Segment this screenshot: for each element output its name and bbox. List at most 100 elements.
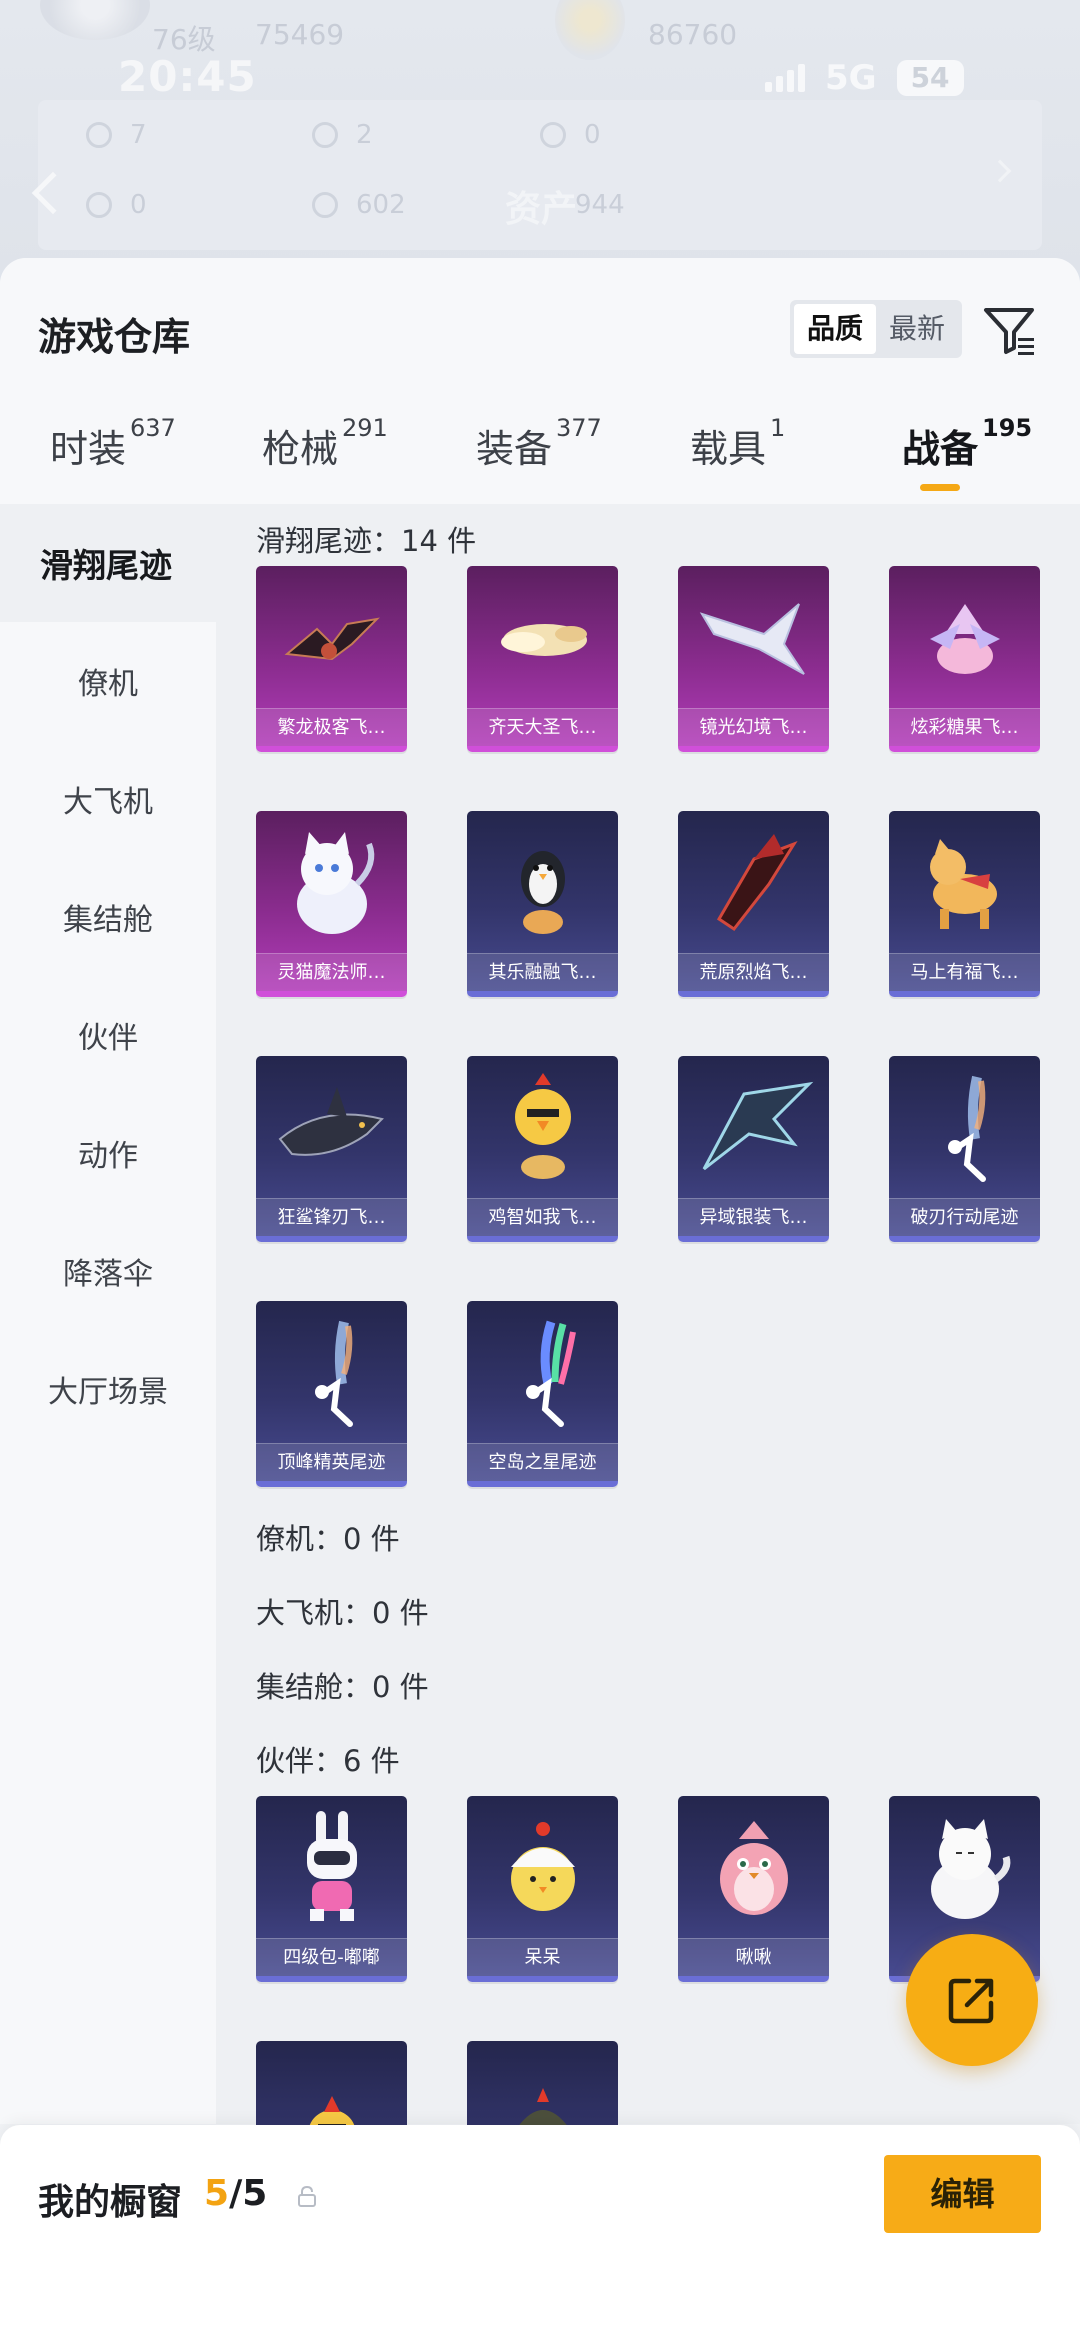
shark-glider-icon (256, 1056, 407, 1201)
white-cat-icon (889, 1796, 1040, 1941)
sidebar-item-glide-trail[interactable]: 滑翔尾迹 (0, 504, 216, 622)
item-name: 其乐融融飞… (467, 953, 618, 991)
glide_trail-item-card[interactable]: 灵猫魔法师… (256, 811, 407, 997)
warehouse-sheet: 游戏仓库 品质 最新 时装 637 枪械 291 装备 377 载具 1 战备 195 滑… (0, 258, 1080, 2347)
stat-icon (86, 122, 112, 148)
stat-icon (86, 192, 112, 218)
network-type: 5G (825, 58, 877, 98)
bunny-robot-icon (256, 1796, 407, 1941)
section-label-wingman: 僚机：0 件 (256, 1522, 400, 1556)
filter-icon[interactable] (982, 302, 1038, 358)
glide_trail-item-card[interactable]: 繁龙极客飞… (256, 566, 407, 752)
partner-item-card[interactable]: 四级包-嘟嘟 (256, 1796, 407, 1982)
item-name: 灵猫魔法师… (256, 953, 407, 991)
sort-newest-button[interactable]: 最新 (876, 304, 958, 354)
sort-toggle: 品质 最新 (790, 300, 962, 358)
share-fab[interactable] (906, 1934, 1038, 2066)
tab-equipment[interactable]: 装备 377 (476, 414, 602, 473)
glide_trail-item-card[interactable]: 狂鲨锋刃飞… (256, 1056, 407, 1242)
stat-icon (540, 122, 566, 148)
glide_trail-item-card[interactable]: 镜光幻境飞… (678, 566, 829, 752)
glide_trail-item-card[interactable]: 炫彩糖果飞… (889, 566, 1040, 752)
cloud-glider-icon (467, 566, 618, 711)
item-name: 空岛之星尾迹 (467, 1443, 618, 1481)
item-name: 马上有福飞… (889, 953, 1040, 991)
battery-icon: 54 (896, 60, 964, 96)
lock-icon (298, 2185, 316, 2207)
item-name: 齐天大圣飞… (467, 708, 618, 746)
candy-glider-icon (889, 566, 1040, 711)
magic-cat-icon (256, 811, 407, 956)
active-tab-indicator (920, 484, 960, 491)
glide_trail-item-card[interactable]: 荒原烈焰飞… (678, 811, 829, 997)
stat-1: 7 (86, 120, 147, 150)
share-icon (948, 1978, 994, 2024)
sheet-header: 游戏仓库 品质 最新 时装 637 枪械 291 装备 377 载具 1 战备 195 (0, 258, 1080, 504)
status-icons: 5G 54 (765, 58, 964, 98)
glide_trail-item-card[interactable]: 空岛之星尾迹 (467, 1301, 618, 1487)
section-label-assembly-pod: 集结舱：0 件 (256, 1670, 429, 1704)
sheet-title: 游戏仓库 (38, 315, 191, 359)
sidebar-item-big-plane[interactable]: 大飞机 (0, 740, 216, 858)
stat-6: 944 (575, 190, 625, 220)
glide_trail-item-card[interactable]: 破刃行动尾迹 (889, 1056, 1040, 1242)
glide_trail-item-card[interactable]: 马上有福飞… (889, 811, 1040, 997)
section-label-glide-trail: 滑翔尾迹：14 件 (256, 524, 477, 558)
horse-toy-icon (889, 811, 1040, 956)
smoke-trail-icon (889, 1056, 1040, 1201)
item-name: 鸡智如我飞… (467, 1198, 618, 1236)
item-name: 啾啾 (678, 1938, 829, 1976)
sidebar-item-partner[interactable]: 伙伴 (0, 976, 216, 1094)
flame-glider-icon (678, 811, 829, 956)
penguin-glider-icon (467, 811, 618, 956)
pink-bird-icon (678, 1796, 829, 1941)
tab-combat-gear[interactable]: 战备 195 (902, 414, 1032, 473)
item-name: 异域银装飞… (678, 1198, 829, 1236)
section-label-partner: 伙伴：6 件 (256, 1744, 400, 1778)
bat-wing-glider-icon (256, 566, 407, 711)
item-list: 滑翔尾迹：14 件 繁龙极客飞… 齐天大圣飞… 镜光幻境飞… 炫彩糖果飞… 灵猫魔法师…… (216, 504, 1080, 2227)
showcase-bar: 我的橱窗 5/5 编辑 (0, 2125, 1080, 2347)
sort-quality-button[interactable]: 品质 (794, 304, 876, 354)
status-time: 20:45 (118, 52, 257, 101)
glide_trail-item-card[interactable]: 鸡智如我飞… (467, 1056, 618, 1242)
tab-guns[interactable]: 枪械 291 (262, 414, 388, 473)
stat-3: 0 (540, 120, 601, 150)
tab-fashion[interactable]: 时装 637 (50, 414, 176, 473)
stat-icon (312, 192, 338, 218)
background-header: 76级 75469 86760 7 2 0 0 602 944 资产 20:45… (0, 0, 1080, 270)
rank-emblem-icon (40, 0, 150, 40)
smoke-trail-icon (256, 1301, 407, 1446)
crystal-wing-glider-icon (678, 566, 829, 711)
tab-vehicles[interactable]: 载具 1 (690, 414, 785, 473)
glide_trail-item-card[interactable]: 齐天大圣飞… (467, 566, 618, 752)
item-name: 呆呆 (467, 1938, 618, 1976)
glide_trail-item-card[interactable]: 异域银装飞… (678, 1056, 829, 1242)
sidebar-item-parachute[interactable]: 降落伞 (0, 1212, 216, 1330)
glide_trail-item-card[interactable]: 顶峰精英尾迹 (256, 1301, 407, 1487)
edit-button[interactable]: 编辑 (884, 2155, 1041, 2233)
sidebar-item-assembly-pod[interactable]: 集结舱 (0, 858, 216, 976)
item-name: 四级包-嘟嘟 (256, 1938, 407, 1976)
partner-item-card[interactable]: 呆呆 (467, 1796, 618, 1982)
item-name: 炫彩糖果飞… (889, 708, 1040, 746)
stat-icon (312, 122, 338, 148)
silver-wing-glider-icon (678, 1056, 829, 1201)
showcase-label: 我的橱窗 (38, 2182, 183, 2223)
section-label-big-plane: 大飞机：0 件 (256, 1596, 429, 1630)
coins-text: 75469 (255, 18, 345, 51)
glide_trail-item-card[interactable]: 其乐融融飞… (467, 811, 618, 997)
partner-item-card[interactable]: 啾啾 (678, 1796, 829, 1982)
assets-title: 资产 (505, 189, 578, 230)
sidebar-item-wingman[interactable]: 僚机 (0, 622, 216, 740)
category-tabs: 时装 637 枪械 291 装备 377 载具 1 战备 195 (0, 414, 1080, 504)
item-name: 荒原烈焰飞… (678, 953, 829, 991)
category-sidebar: 滑翔尾迹 僚机 大飞机 集结舱 伙伴 动作 降落伞 大厅场景 (0, 504, 216, 2124)
signal-icon (765, 64, 805, 92)
sidebar-item-action[interactable]: 动作 (0, 1094, 216, 1212)
flame-emblem-icon (555, 0, 625, 60)
sidebar-item-lobby-scene[interactable]: 大厅场景 (0, 1330, 216, 1448)
stat-4: 0 (86, 190, 147, 220)
item-name: 镜光幻境飞… (678, 708, 829, 746)
egg-chick-icon (467, 1796, 618, 1941)
